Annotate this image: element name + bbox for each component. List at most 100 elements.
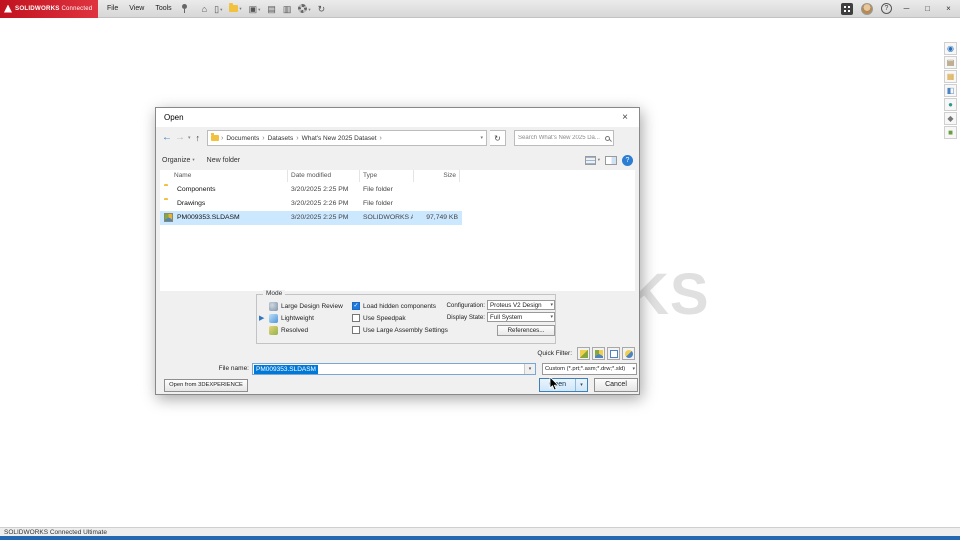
configuration-select[interactable]: Proteus V2 Design ▾ — [487, 300, 555, 310]
column-header-type[interactable]: Type — [360, 170, 414, 182]
display-state-label: Display State: — [446, 313, 485, 321]
organize-button[interactable]: Organize ▾ — [162, 156, 195, 164]
location-folder-icon — [211, 133, 220, 141]
menu-view[interactable]: View — [129, 5, 144, 12]
file-name-value: PM009353.SLDASM — [254, 365, 318, 374]
dialog-titlebar[interactable]: Open × — [156, 108, 639, 127]
view-palette-icon[interactable]: ◧ — [944, 84, 957, 97]
mode-group-label: Mode — [263, 290, 286, 297]
assembly-icon — [164, 213, 173, 222]
menu-bar: File View Tools — [107, 5, 172, 12]
chevron-down-icon: ▾ — [239, 5, 242, 11]
breadcrumb: Documents › Datasets › What's New 2025 Datas… — [225, 135, 382, 142]
mode-option-lightweight[interactable]: ▶ Lightweight — [259, 312, 343, 324]
breadcrumb-item-documents[interactable]: Documents — [225, 135, 260, 142]
chevron-down-icon: ▾ — [597, 157, 600, 162]
apps-grid-icon[interactable] — [841, 2, 853, 15]
status-text: SOLIDWORKS Connected Ultimate — [4, 529, 107, 536]
address-dropdown-icon[interactable]: ▾ — [481, 135, 484, 141]
help-icon[interactable]: ? — [881, 3, 892, 14]
file-row-components[interactable]: Components 3/20/2025 2:25 PM File folder — [160, 183, 462, 197]
print-icon[interactable]: ▤ — [267, 4, 276, 14]
custom-properties-icon[interactable]: ◆ — [944, 112, 957, 125]
refresh-icon[interactable]: ↻ — [490, 130, 507, 146]
menu-file[interactable]: File — [107, 5, 118, 12]
appearances-icon[interactable]: ● — [944, 98, 957, 111]
chevron-down-icon: ▾ — [550, 314, 553, 320]
settings-icon[interactable]: ▾ — [298, 3, 311, 14]
view-options: ▾ ? — [584, 154, 633, 166]
file-row-drawings[interactable]: Drawings 3/20/2025 2:26 PM File folder — [160, 197, 462, 211]
dialog-help-icon[interactable]: ? — [622, 154, 633, 166]
filter-parts-icon — [579, 349, 588, 358]
rebuild-icon[interactable]: ↻ — [318, 4, 326, 14]
breadcrumb-bar[interactable]: › Documents › Datasets › What's New 2025 Dat… — [207, 130, 488, 146]
breadcrumb-item-datasets[interactable]: Datasets — [267, 135, 295, 142]
open-document-icon-shape — [229, 2, 239, 12]
chevron-down-icon: ▾ — [258, 6, 261, 12]
mouse-cursor — [549, 377, 559, 391]
column-header-size[interactable]: Size — [414, 170, 460, 182]
filter-assemblies[interactable] — [592, 347, 605, 360]
column-header-name[interactable]: Name — [162, 170, 288, 182]
restore-button[interactable]: □ — [921, 0, 934, 18]
mode-option-resolved[interactable]: Resolved — [269, 324, 343, 336]
open-from-3dexperience-button[interactable]: Open from 3DEXPERIENCE — [164, 379, 248, 392]
checkbox-use-speedpak[interactable]: Use Speedpak — [352, 312, 448, 324]
display-state-select[interactable]: Full System ▾ — [487, 312, 555, 322]
task-pane: ◉ ▤ ▦ ◧ ● ◆ ■ — [944, 42, 959, 139]
search-box[interactable]: Search What's New 2025 Da... — [514, 130, 615, 146]
filter-drawings[interactable] — [607, 347, 620, 360]
pin-icon[interactable] — [181, 3, 188, 14]
save-icon[interactable]: ▣ ▾ — [249, 4, 261, 14]
file-explorer-icon[interactable]: ▦ — [944, 70, 957, 83]
column-header-date-modified[interactable]: Date modified — [288, 170, 360, 182]
checkbox-use-large-assembly-settings[interactable]: Use Large Assembly Settings — [352, 324, 448, 336]
mode-option-large-design-review[interactable]: Large Design Review — [269, 300, 343, 312]
up-icon[interactable]: ↑ — [196, 133, 201, 143]
home-icon[interactable]: ⌂ — [202, 4, 207, 14]
change-view-button[interactable]: ▾ — [584, 155, 600, 165]
3dexperience-icon[interactable]: ◉ — [944, 42, 957, 55]
design-library-icon[interactable]: ▤ — [944, 56, 957, 69]
dialog-close-icon[interactable]: × — [611, 108, 639, 127]
search-placeholder: Search What's New 2025 Da... — [518, 135, 600, 141]
checkbox-load-hidden-components[interactable]: ✓ Load hidden components — [352, 300, 448, 312]
checkbox-box — [352, 314, 360, 322]
solidworks-brand: SOLIDWORKS Connected — [0, 0, 98, 18]
cancel-button[interactable]: Cancel — [594, 378, 638, 392]
user-avatar[interactable] — [861, 2, 873, 15]
forum-icon[interactable]: ■ — [944, 126, 957, 139]
open-dropdown-icon[interactable]: ▾ — [575, 379, 587, 391]
breadcrumb-item-what-s-new-2025-dataset[interactable]: What's New 2025 Dataset — [301, 135, 378, 142]
chevron-down-icon: ▾ — [550, 302, 553, 308]
paste-icon[interactable]: ▥ — [283, 4, 292, 14]
preview-pane-icon[interactable] — [605, 155, 617, 165]
checkbox-box — [352, 326, 360, 334]
file-row-pm009353-sldasm[interactable]: PM009353.SLDASM 3/20/2025 2:25 PM SOLIDWOR… — [160, 211, 462, 225]
display-state-row: Display State: Full System ▾ — [443, 311, 555, 323]
filter-top-level-assemblies[interactable] — [622, 347, 635, 360]
filter-drawings-icon — [609, 349, 618, 358]
references-button[interactable]: References... — [497, 324, 555, 336]
back-icon[interactable]: ← — [162, 133, 172, 143]
new-document-icon[interactable]: ▯ ▾ — [214, 4, 222, 14]
file-name-input[interactable]: PM009353.SLDASM ▾ — [252, 363, 536, 375]
recent-locations-icon[interactable]: ▾ — [188, 135, 191, 141]
file-list-area: Name Date modified Type Size Components 3/20… — [160, 170, 635, 291]
new-folder-button[interactable]: New folder — [207, 157, 240, 164]
references-row: References... — [443, 324, 555, 336]
minimize-button[interactable]: ─ — [900, 0, 913, 18]
lightweight-icon — [269, 313, 278, 323]
menu-tools[interactable]: Tools — [155, 5, 171, 12]
file-type-select[interactable]: Custom (*.prt;*.asm;*.drw;*.sld) ▾ — [542, 363, 637, 375]
breadcrumb-chevron-icon: › — [379, 134, 382, 142]
open-document-icon[interactable]: ▾ — [229, 2, 242, 13]
titlebar-right: ? ─ □ × — [841, 0, 960, 18]
close-button[interactable]: × — [942, 0, 955, 18]
file-name-dropdown-icon[interactable]: ▾ — [524, 364, 535, 374]
status-bar: SOLIDWORKS Connected Ultimate — [0, 527, 960, 536]
filter-parts[interactable] — [577, 347, 590, 360]
forward-icon[interactable]: → — [175, 133, 185, 143]
quick-filter-row: Quick Filter: — [156, 347, 635, 360]
